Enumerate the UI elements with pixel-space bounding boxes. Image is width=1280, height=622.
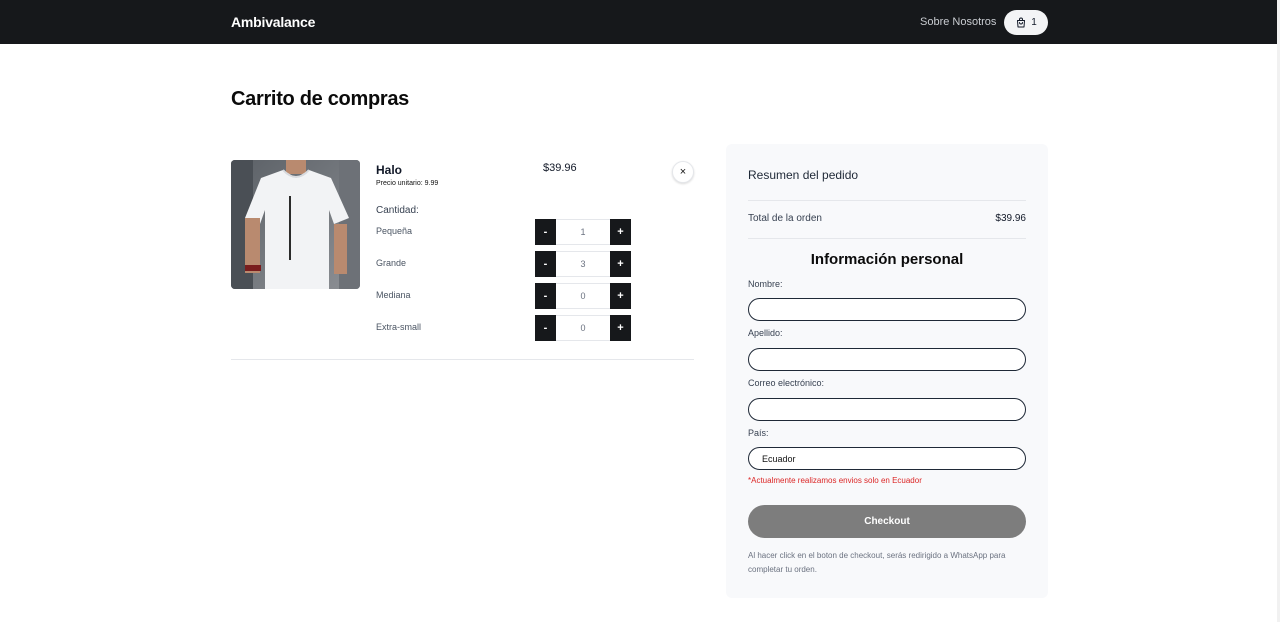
increment-button[interactable]: +	[610, 315, 631, 341]
quantity-stepper: - +	[535, 251, 631, 277]
quantity-input[interactable]	[556, 283, 610, 309]
nombre-field[interactable]	[748, 298, 1026, 321]
product-image	[231, 160, 360, 289]
nav-link-about[interactable]: Sobre Nosotros	[920, 16, 996, 28]
order-total-value: $39.96	[995, 213, 1026, 224]
order-summary-panel: Resumen del pedido Total de la orden $39…	[726, 144, 1048, 598]
divider	[748, 200, 1026, 201]
nombre-label: Nombre:	[748, 279, 783, 289]
increment-button[interactable]: +	[610, 219, 631, 245]
checkout-button[interactable]: Checkout	[748, 505, 1026, 538]
size-row-grande: Grande - +	[376, 251, 632, 277]
quantity-stepper: - +	[535, 219, 631, 245]
size-label: Pequeña	[376, 226, 413, 236]
country-field[interactable]	[748, 447, 1026, 470]
personal-info-title: Información personal	[810, 251, 964, 268]
cart-button[interactable]: 1	[1004, 10, 1048, 35]
quantity-input[interactable]	[556, 315, 610, 341]
navbar: Ambivalance Sobre Nosotros 1	[0, 0, 1280, 44]
shopping-bag-icon	[1015, 17, 1027, 29]
quantity-stepper: - +	[535, 315, 631, 341]
country-label: País:	[748, 428, 769, 438]
quantity-stepper: - +	[535, 283, 631, 309]
product-name: Halo	[376, 163, 403, 177]
size-row-extra-small: Extra-small - +	[376, 315, 632, 341]
summary-title: Resumen del pedido	[748, 168, 859, 182]
brand-logo[interactable]: Ambivalance	[231, 14, 315, 30]
cart-count-badge: 1	[1031, 17, 1037, 28]
remove-item-button[interactable]: ×	[672, 161, 694, 183]
line-total: $39.96	[543, 162, 577, 174]
email-label: Correo electrónico:	[748, 378, 825, 388]
close-icon: ×	[679, 166, 687, 178]
apellido-label: Apellido:	[748, 328, 783, 338]
quantity-input[interactable]	[556, 251, 610, 277]
cart-divider	[231, 359, 694, 360]
size-label: Grande	[376, 258, 407, 268]
unit-price: Precio unitario: 9.99	[376, 180, 439, 187]
size-label: Extra-small	[376, 322, 422, 332]
increment-button[interactable]: +	[610, 283, 631, 309]
divider	[748, 238, 1026, 239]
quantity-label: Cantidad:	[376, 205, 419, 216]
email-field[interactable]	[748, 398, 1026, 421]
increment-button[interactable]: +	[610, 251, 631, 277]
decrement-button[interactable]: -	[535, 315, 556, 341]
size-row-pequena: Pequeña - +	[376, 219, 632, 245]
size-label: Mediana	[376, 290, 411, 300]
apellido-field[interactable]	[748, 348, 1026, 371]
quantity-input[interactable]	[556, 219, 610, 245]
order-total-label: Total de la orden	[748, 213, 822, 224]
decrement-button[interactable]: -	[535, 283, 556, 309]
page-title: Carrito de compras	[231, 88, 409, 110]
size-row-mediana: Mediana - +	[376, 283, 632, 309]
decrement-button[interactable]: -	[535, 219, 556, 245]
decrement-button[interactable]: -	[535, 251, 556, 277]
checkout-note: Al hacer click en el boton de checkout, …	[748, 551, 1006, 574]
shipping-note: *Actualmente realizamos envios solo en E…	[748, 476, 922, 485]
